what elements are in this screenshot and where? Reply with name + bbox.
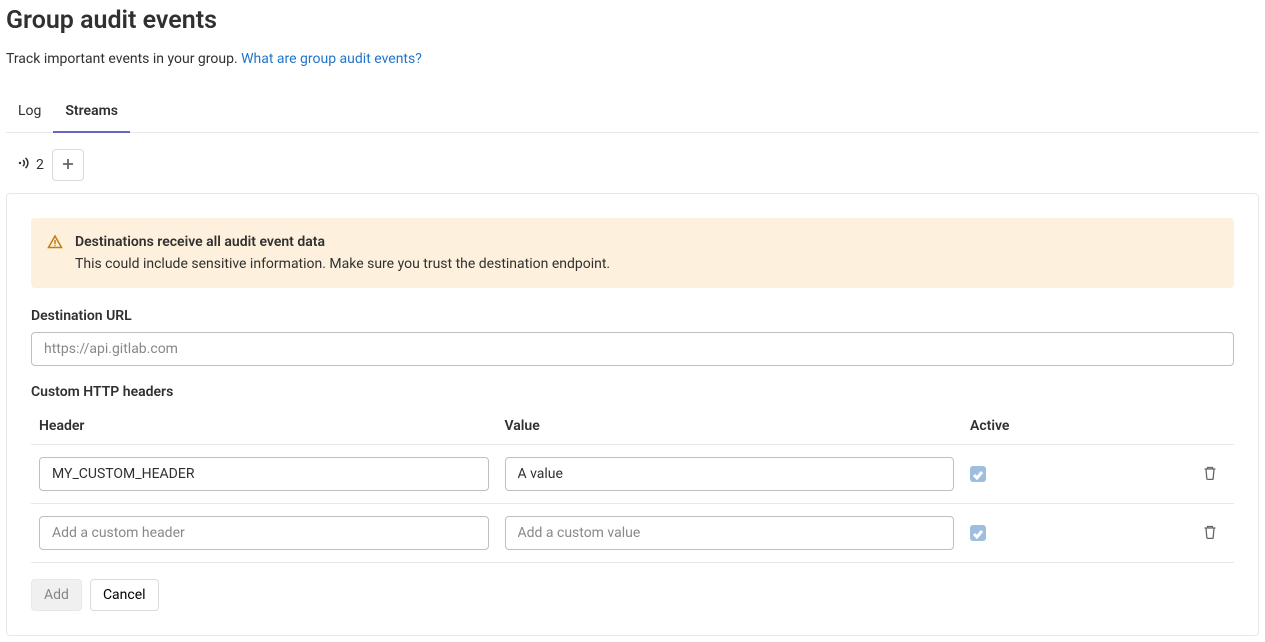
column-header-active: Active xyxy=(970,418,1150,434)
header-name-input[interactable] xyxy=(39,457,489,491)
plus-icon xyxy=(60,156,76,175)
custom-headers-group: Custom HTTP headers Header Value Active xyxy=(31,384,1234,563)
header-value-input[interactable] xyxy=(505,457,955,491)
alert-body: Destinations receive all audit event dat… xyxy=(75,234,1218,272)
trash-icon xyxy=(1202,469,1218,484)
stream-count: 2 xyxy=(16,155,44,175)
destination-url-input[interactable] xyxy=(31,332,1234,366)
delete-header-button[interactable] xyxy=(1198,520,1222,547)
tab-log[interactable]: Log xyxy=(6,91,53,133)
custom-headers-label: Custom HTTP headers xyxy=(31,384,1234,400)
stream-form-card: Destinations receive all audit event dat… xyxy=(6,193,1259,636)
add-stream-button[interactable] xyxy=(52,149,84,181)
tab-streams[interactable]: Streams xyxy=(53,91,130,133)
toolbar: 2 xyxy=(16,149,1259,181)
headers-table-head: Header Value Active xyxy=(31,408,1234,445)
learn-more-link[interactable]: What are group audit events? xyxy=(241,51,422,67)
warning-icon xyxy=(47,234,63,272)
header-name-input[interactable] xyxy=(39,516,489,550)
tabs: Log Streams xyxy=(6,91,1259,133)
page-title: Group audit events xyxy=(6,6,1259,35)
add-button[interactable]: Add xyxy=(31,579,82,611)
headers-table: Header Value Active xyxy=(31,408,1234,563)
check-icon xyxy=(973,465,983,484)
active-checkbox[interactable] xyxy=(970,525,986,541)
destination-url-group: Destination URL xyxy=(31,308,1234,366)
stream-icon xyxy=(16,155,32,175)
alert-title: Destinations receive all audit event dat… xyxy=(75,234,1218,250)
destination-url-label: Destination URL xyxy=(31,308,1234,324)
column-header-header: Header xyxy=(39,418,489,434)
warning-alert: Destinations receive all audit event dat… xyxy=(31,218,1234,288)
page-description: Track important events in your group. Wh… xyxy=(6,51,1259,67)
stream-count-value: 2 xyxy=(36,157,44,173)
table-row xyxy=(31,504,1234,563)
form-actions: Add Cancel xyxy=(31,579,1234,611)
table-row xyxy=(31,445,1234,504)
description-text: Track important events in your group. xyxy=(6,51,241,67)
delete-header-button[interactable] xyxy=(1198,461,1222,488)
check-icon xyxy=(973,524,983,543)
active-checkbox[interactable] xyxy=(970,466,986,482)
header-value-input[interactable] xyxy=(505,516,955,550)
column-header-value: Value xyxy=(505,418,955,434)
cancel-button[interactable]: Cancel xyxy=(90,579,159,611)
trash-icon xyxy=(1202,528,1218,543)
alert-text: This could include sensitive information… xyxy=(75,256,1218,272)
